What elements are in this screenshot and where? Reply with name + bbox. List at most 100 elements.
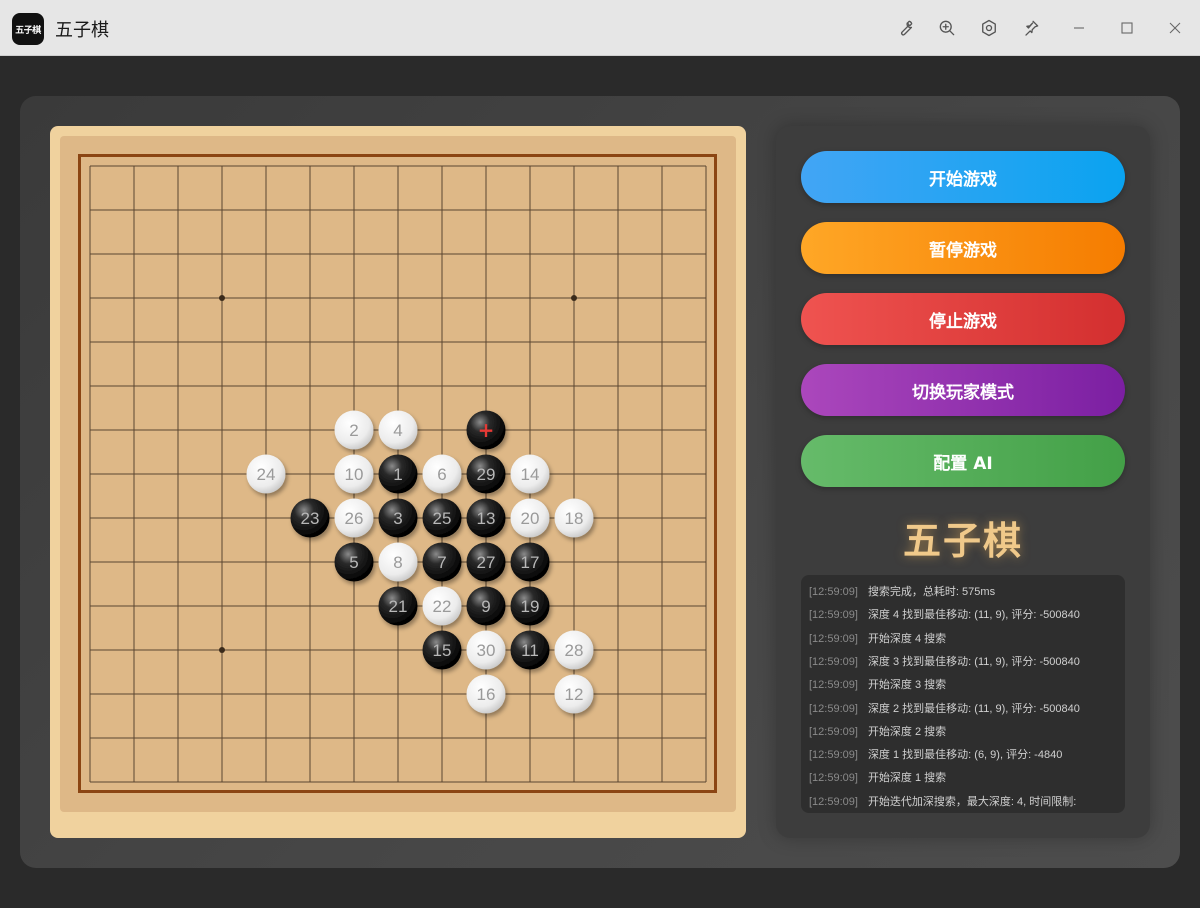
move-number: 8 (393, 553, 402, 572)
log-entry: [12:59:09] 开始深度 3 搜索 (809, 676, 946, 692)
log-message: 深度 1 找到最佳移动: (6, 9), 评分: -4840 (867, 749, 1063, 762)
log-timestamp: [12:59:09] (809, 749, 858, 762)
white-stone: 28 (554, 630, 594, 670)
black-stone: 11 (510, 630, 550, 670)
move-number: 24 (257, 465, 276, 484)
white-stone: 4 (378, 410, 418, 450)
log-message: 开始深度 1 搜索 (867, 772, 947, 785)
star-point (219, 295, 225, 301)
black-stone: 3 (378, 498, 418, 538)
move-number: 12 (565, 685, 584, 704)
log-entry: [12:59:09] 深度 3 找到最佳移动: (11, 9), 评分: -500… (809, 653, 1080, 669)
white-stone: 16 (466, 674, 506, 714)
log-message: 开始深度 3 搜索 (867, 679, 947, 692)
black-stone: 13 (466, 498, 506, 538)
log-entry: [12:59:09] 深度 1 找到最佳移动: (6, 9), 评分: -4840 (809, 746, 1062, 762)
minimize-icon[interactable] (1067, 16, 1091, 40)
log-message: 开始深度 2 搜索 (867, 725, 947, 738)
move-number: 30 (477, 641, 496, 660)
log-message: 深度 3 找到最佳移动: (11, 9), 评分: -500840 (867, 655, 1080, 668)
move-number: 18 (565, 509, 584, 528)
move-number: 9 (481, 597, 490, 616)
log-message: 开始深度 4 搜索 (867, 632, 947, 645)
white-stone: 18 (554, 498, 594, 538)
white-stone: 14 (510, 454, 550, 494)
black-stone: 1 (378, 454, 418, 494)
move-number: 17 (521, 553, 540, 572)
white-stone: 30 (466, 630, 506, 670)
black-stone: 21 (378, 586, 418, 626)
black-stone: 19 (510, 586, 550, 626)
move-number: 22 (433, 597, 452, 616)
move-number: 15 (433, 641, 452, 660)
move-number: 27 (477, 553, 496, 572)
stop-game-button[interactable]: 停止游戏 (801, 293, 1125, 345)
move-number: 14 (521, 465, 540, 484)
log-timestamp: [12:59:09] (809, 609, 858, 622)
white-stone: 8 (378, 542, 418, 582)
white-stone: 24 (246, 454, 286, 494)
move-number: 2 (349, 421, 358, 440)
log-timestamp: [12:59:09] (809, 772, 858, 785)
black-stone: 25 (422, 498, 462, 538)
settings-hex-icon[interactable] (977, 16, 1001, 40)
move-number: 1 (393, 465, 402, 484)
move-number: 5 (349, 553, 358, 572)
white-stone: 26 (334, 498, 374, 538)
black-stone: + (466, 410, 506, 450)
close-icon[interactable] (1163, 16, 1187, 40)
log-message: 深度 4 找到最佳移动: (11, 9), 评分: -500840 (867, 609, 1080, 622)
control-panel: 开始游戏 暂停游戏 停止游戏 切换玩家模式 配置 AI 五子棋 [12:59:0… (776, 126, 1150, 838)
move-number: 3 (393, 509, 402, 528)
move-number: 11 (521, 641, 539, 660)
switch-player-mode-button[interactable]: 切换玩家模式 (801, 364, 1125, 416)
move-number: 21 (389, 597, 408, 616)
maximize-icon[interactable] (1115, 16, 1139, 40)
move-number: 4 (393, 421, 402, 440)
move-number: 25 (433, 509, 452, 528)
log-entry: [12:59:09] 搜索完成，总耗时: 575ms (809, 583, 995, 599)
black-stone: 15 (422, 630, 462, 670)
config-ai-button[interactable]: 配置 AI (801, 435, 1125, 487)
main-panel: 1 2 3 4 5 6 7 8 9 10 11 12 13 14 15 16 17 18 19 20 21 22 23 24 2… (20, 96, 1180, 868)
window-title: 五子棋 (55, 20, 109, 41)
white-stone: 12 (554, 674, 594, 714)
move-number: 26 (345, 509, 364, 528)
move-number: 19 (521, 597, 540, 616)
title-bar: 五子棋 五子棋 (0, 0, 1200, 56)
black-stone: 9 (466, 586, 506, 626)
log-entry: [12:59:09] 开始迭代加深搜索，最大深度: 4, 时间限制: (809, 793, 1076, 809)
brand-title: 五子棋 (902, 519, 1023, 563)
log-entry: [12:59:09] 开始深度 4 搜索 (809, 630, 946, 646)
move-number: 28 (565, 641, 584, 660)
move-number: 13 (477, 509, 496, 528)
log-message: 搜索完成，总耗时: 575ms (867, 586, 996, 598)
gomoku-board[interactable]: 1 2 3 4 5 6 7 8 9 10 11 12 13 14 15 16 17 18 19 20 21 22 23 24 2… (60, 136, 736, 812)
last-move-marker: + (478, 418, 495, 442)
star-point (219, 647, 225, 653)
log-timestamp: [12:59:09] (809, 586, 858, 598)
white-stone: 6 (422, 454, 462, 494)
start-game-button[interactable]: 开始游戏 (801, 151, 1125, 203)
move-number: 10 (345, 465, 364, 484)
star-point (571, 295, 577, 301)
log-timestamp: [12:59:09] (809, 632, 858, 645)
log-message: 深度 2 找到最佳移动: (11, 9), 评分: -500840 (867, 702, 1080, 715)
white-stone: 10 (334, 454, 374, 494)
board-canvas[interactable]: 123456789101112131415161718192021 2223242… (60, 136, 736, 812)
log-timestamp: [12:59:09] (809, 702, 858, 715)
zoom-in-icon[interactable] (935, 16, 959, 40)
black-stone: 5 (334, 542, 374, 582)
log-timestamp: [12:59:09] (809, 679, 858, 692)
move-number: 20 (521, 509, 540, 528)
move-number: 7 (437, 553, 446, 572)
white-stone: 22 (422, 586, 462, 626)
log-message: 开始迭代加深搜索，最大深度: 4, 时间限制: (867, 795, 1077, 808)
log-entry: [12:59:09] 开始深度 1 搜索 (809, 769, 946, 785)
ai-log-panel[interactable]: [12:59:09] 搜索完成，总耗时: 575ms [12:59:09] 深度 4 … (801, 575, 1125, 813)
pin-icon[interactable] (1019, 16, 1043, 40)
wrench-icon[interactable] (893, 16, 917, 40)
log-entry: [12:59:09] 深度 4 找到最佳移动: (11, 9), 评分: -500… (809, 606, 1080, 622)
log-timestamp: [12:59:09] (809, 795, 858, 808)
pause-game-button[interactable]: 暂停游戏 (801, 222, 1125, 274)
